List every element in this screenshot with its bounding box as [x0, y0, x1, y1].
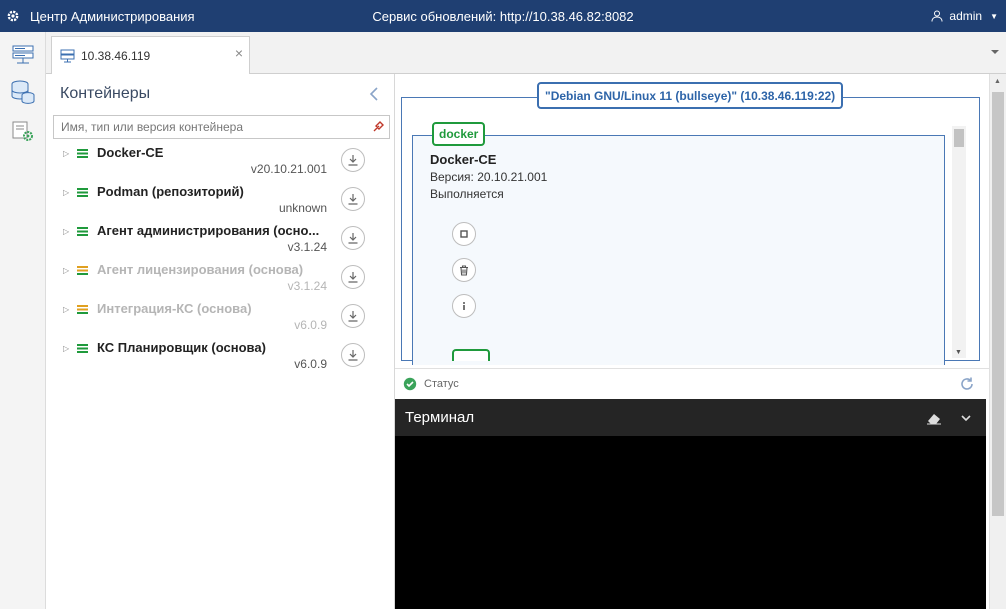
- expand-arrow-icon[interactable]: ▷: [63, 188, 69, 197]
- item-version: v6.0.9: [294, 318, 327, 332]
- user-name: admin: [949, 9, 983, 23]
- icon-rail: [0, 32, 46, 609]
- status-lines-icon: [77, 266, 88, 275]
- download-button[interactable]: [341, 226, 365, 250]
- servers-icon[interactable]: [10, 42, 36, 68]
- host-label[interactable]: "Debian GNU/Linux 11 (bullseye)" (10.38.…: [537, 82, 844, 109]
- item-name: Агент лицензирования (основа): [97, 262, 304, 277]
- clear-filter-icon[interactable]: [371, 120, 385, 134]
- tabs-menu-icon[interactable]: [990, 47, 1000, 57]
- chevron-down-icon: ▼: [990, 11, 998, 21]
- item-version: unknown: [278, 201, 327, 215]
- item-name: Podman (репозиторий): [97, 184, 244, 199]
- list-item[interactable]: ▷ Docker-CE v20.10.21.001: [46, 144, 395, 183]
- panel-title: Контейнеры: [60, 85, 151, 102]
- download-button[interactable]: [341, 148, 365, 172]
- download-icon: [348, 311, 358, 322]
- expand-arrow-icon[interactable]: ▷: [63, 344, 69, 353]
- tab-bar: 10.38.46.119 ×: [46, 32, 1006, 74]
- check-circle-icon: [403, 377, 417, 391]
- item-name: КС Планировщик (основа): [97, 340, 266, 355]
- stop-button[interactable]: [452, 222, 476, 246]
- container-state: Выполняется: [430, 187, 504, 201]
- host-panel: "Debian GNU/Linux 11 (bullseye)" (10.38.…: [395, 74, 989, 609]
- app-title: Центр Администрирования: [30, 8, 195, 24]
- main-scrollbar[interactable]: ▲: [989, 74, 1006, 609]
- download-button[interactable]: [341, 304, 365, 328]
- stop-icon: [460, 230, 468, 238]
- expand-arrow-icon[interactable]: ▷: [63, 305, 69, 314]
- download-button[interactable]: [341, 187, 365, 211]
- tab-host[interactable]: 10.38.46.119 ×: [51, 36, 250, 74]
- status-lines-icon: [77, 149, 88, 158]
- scrollbar-thumb[interactable]: [992, 92, 1004, 516]
- containers-panel: Контейнеры ▷ Docker-CE v20.10.21.001 ▷ P…: [46, 74, 395, 609]
- container-version: Версия: 20.10.21.001: [430, 170, 548, 184]
- tab-label: 10.38.46.119: [81, 48, 151, 63]
- list-item[interactable]: ▷ Интеграция-КС (основа) v6.0.9: [46, 300, 395, 339]
- status-row: Статус: [395, 368, 989, 398]
- next-container-badge[interactable]: [452, 349, 490, 361]
- scroll-up-icon[interactable]: ▲: [994, 78, 1001, 85]
- trash-icon: [460, 264, 468, 276]
- status-lines-icon: [77, 305, 88, 314]
- search-input[interactable]: [54, 116, 359, 138]
- gear-icon[interactable]: [6, 9, 20, 23]
- docker-badge[interactable]: docker: [432, 122, 486, 146]
- status-lines-icon: [77, 188, 88, 197]
- download-icon: [348, 272, 358, 283]
- status-lines-icon: [77, 344, 88, 353]
- expand-arrow-icon[interactable]: ▷: [63, 149, 69, 158]
- chevron-down-icon[interactable]: [960, 412, 972, 424]
- delete-button[interactable]: [452, 258, 476, 282]
- user-menu[interactable]: admin ▼: [931, 0, 998, 32]
- info-icon: [463, 302, 465, 310]
- container-search: [53, 115, 390, 139]
- top-bar: Центр Администрирования Сервис обновлени…: [0, 0, 1006, 32]
- download-icon: [348, 194, 358, 205]
- eraser-icon[interactable]: [926, 411, 942, 425]
- download-icon: [348, 350, 358, 361]
- inner-scrollbar[interactable]: ▼: [952, 126, 966, 358]
- refresh-icon[interactable]: [959, 376, 975, 392]
- download-icon: [348, 155, 358, 166]
- expand-arrow-icon[interactable]: ▷: [63, 227, 69, 236]
- user-icon: [931, 10, 943, 22]
- item-version: v6.0.9: [294, 357, 327, 371]
- item-version: v3.1.24: [287, 240, 327, 254]
- close-icon[interactable]: ×: [235, 45, 243, 61]
- terminal[interactable]: Терминал: [395, 399, 986, 609]
- download-button[interactable]: [341, 343, 365, 367]
- list-item[interactable]: ▷ Агент лицензирования (основа) v3.1.24: [46, 261, 395, 300]
- download-button[interactable]: [341, 265, 365, 289]
- database-icon[interactable]: [10, 79, 36, 105]
- list-item[interactable]: ▷ КС Планировщик (основа) v6.0.9: [46, 339, 395, 378]
- terminal-header: Терминал: [395, 399, 986, 436]
- server-icon: [60, 49, 75, 62]
- containers-list: ▷ Docker-CE v20.10.21.001 ▷ Podman (репо…: [46, 144, 395, 378]
- status-lines-icon: [77, 227, 88, 236]
- item-version: v3.1.24: [287, 279, 327, 293]
- container-name: Docker-CE: [430, 152, 497, 167]
- list-item[interactable]: ▷ Агент администрирования (осно... v3.1.…: [46, 222, 395, 261]
- expand-arrow-icon[interactable]: ▷: [63, 266, 69, 275]
- item-version: v20.10.21.001: [250, 162, 327, 176]
- download-icon: [348, 233, 358, 244]
- terminal-title: Терминал: [405, 409, 475, 426]
- collapse-panel-icon[interactable]: [368, 86, 380, 102]
- info-button[interactable]: [452, 294, 476, 318]
- list-item[interactable]: ▷ Podman (репозиторий) unknown: [46, 183, 395, 222]
- scroll-down-icon[interactable]: ▼: [955, 349, 962, 356]
- item-name: Агент администрирования (осно...: [97, 223, 320, 238]
- item-name: Интеграция-КС (основа): [97, 301, 252, 316]
- item-name: Docker-CE: [97, 145, 164, 160]
- status-label: Статус: [424, 378, 459, 390]
- scrollbar-thumb[interactable]: [954, 129, 964, 147]
- settings-module-icon[interactable]: [10, 118, 36, 144]
